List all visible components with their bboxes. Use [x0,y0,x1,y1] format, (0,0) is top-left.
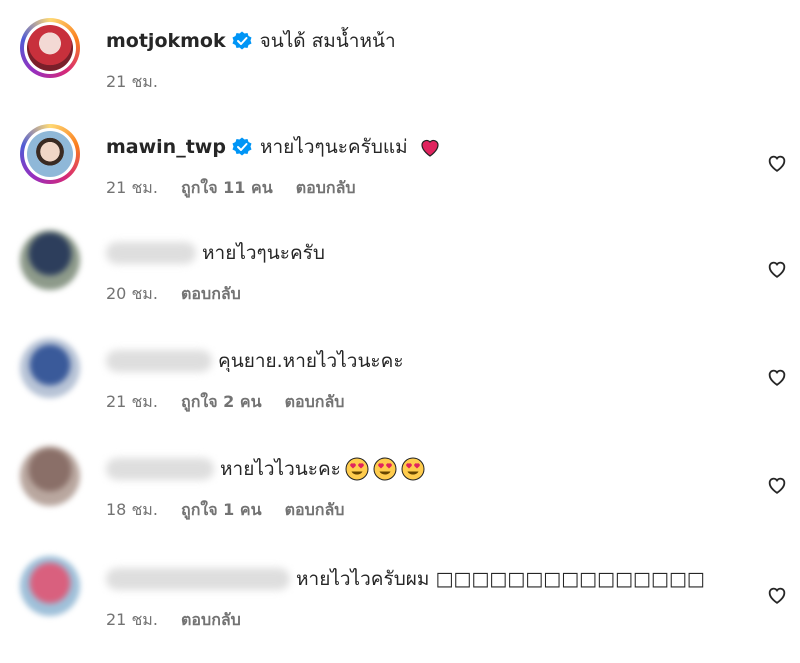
comment-text: หายไวไวครับผม □□□□□□□□□□□□□□□ [296,568,705,590]
heart-outline-icon[interactable] [766,366,788,388]
username[interactable]: mawin_twp [106,134,226,160]
username[interactable]: motjokmok [106,28,226,54]
reply-button[interactable]: ตอบกลับ [285,392,345,411]
reply-button[interactable]: ตอบกลับ [181,610,241,629]
heart-outline-icon[interactable] [766,584,788,606]
heart-outline-icon[interactable] [766,474,788,496]
comment-time[interactable]: 21 ชม. [106,392,158,411]
comment-time[interactable]: 20 ชม. [106,284,158,303]
comment-meta: 21 ชม. ถูกใจ 11 คน ตอบกลับ [106,176,374,201]
verified-badge-icon [232,31,252,50]
comment-text: จนได้ สมน้ำหน้า [259,30,396,52]
comment-item: หายไวไวครับผม □□□□□□□□□□□□□□□ 21 ชม. ตอบ… [0,556,800,646]
username-blurred[interactable] [106,242,196,264]
comment-meta: 20 ชม. ตอบกลับ [106,282,259,307]
avatar[interactable] [20,230,80,290]
comment-header: mawin_twp หายไวๆนะครับแม่ [106,134,442,160]
comment-time[interactable]: 21 ชม. [106,178,158,197]
comment-text: หายไวๆนะครับ [202,242,325,264]
avatar[interactable] [20,338,80,398]
likes-count[interactable]: ถูกใจ 11 คน [181,178,273,197]
comment-item: หายไวๆนะครับ 20 ชม. ตอบกลับ [0,230,800,320]
username-blurred[interactable] [106,568,290,590]
comment-text: หายไวไวนะคะ [220,458,341,480]
avatar[interactable] [20,556,80,616]
comment-item: motjokmok จนได้ สมน้ำหน้า 21 ชม. [0,18,800,108]
avatar[interactable] [20,18,80,78]
username-blurred[interactable] [106,350,212,372]
heart-eyes-emoji [373,457,397,481]
comment-item: คุนยาย.หายไวไวนะคะ 21 ชม. ถูกใจ 2 คน ตอบ… [0,338,800,428]
comment-header: หายไวๆนะครับ [106,240,325,266]
comment-time[interactable]: 21 ชม. [106,610,158,629]
comment-header: หายไวไวครับผม □□□□□□□□□□□□□□□ [106,566,705,592]
comment-header: คุนยาย.หายไวไวนะคะ [106,348,404,374]
reply-button[interactable]: ตอบกลับ [181,284,241,303]
comment-item: mawin_twp หายไวๆนะครับแม่ 21 ชม. ถูกใจ 1… [0,124,800,214]
comment-item: หายไวไวนะคะ 18 ชม. ถูกใจ 1 คน ตอบกลับ [0,446,800,536]
avatar[interactable] [20,124,80,184]
verified-badge-icon [232,137,252,156]
heart-eyes-emoji [401,457,425,481]
reply-button[interactable]: ตอบกลับ [296,178,356,197]
likes-count[interactable]: ถูกใจ 1 คน [181,500,261,519]
comment-meta: 21 ชม. ถูกใจ 2 คน ตอบกลับ [106,390,362,415]
heart-outline-icon[interactable] [766,152,788,174]
comment-header: motjokmok จนได้ สมน้ำหน้า [106,28,396,54]
comment-text: หายไวๆนะครับแม่ [259,136,408,158]
comment-header: หายไวไวนะคะ [106,456,425,482]
comment-time[interactable]: 21 ชม. [106,72,158,91]
heart-outline-icon[interactable] [766,258,788,280]
comment-text: คุนยาย.หายไวไวนะคะ [218,350,404,372]
red-heart-emoji [421,139,439,157]
username-blurred[interactable] [106,458,214,480]
comment-meta: 18 ชม. ถูกใจ 1 คน ตอบกลับ [106,498,362,523]
avatar[interactable] [20,446,80,506]
heart-eyes-emoji [345,457,369,481]
reply-button[interactable]: ตอบกลับ [285,500,345,519]
comment-meta: 21 ชม. ตอบกลับ [106,608,259,633]
likes-count[interactable]: ถูกใจ 2 คน [181,392,261,411]
comment-time[interactable]: 18 ชม. [106,500,158,519]
comment-meta: 21 ชม. [106,70,176,95]
